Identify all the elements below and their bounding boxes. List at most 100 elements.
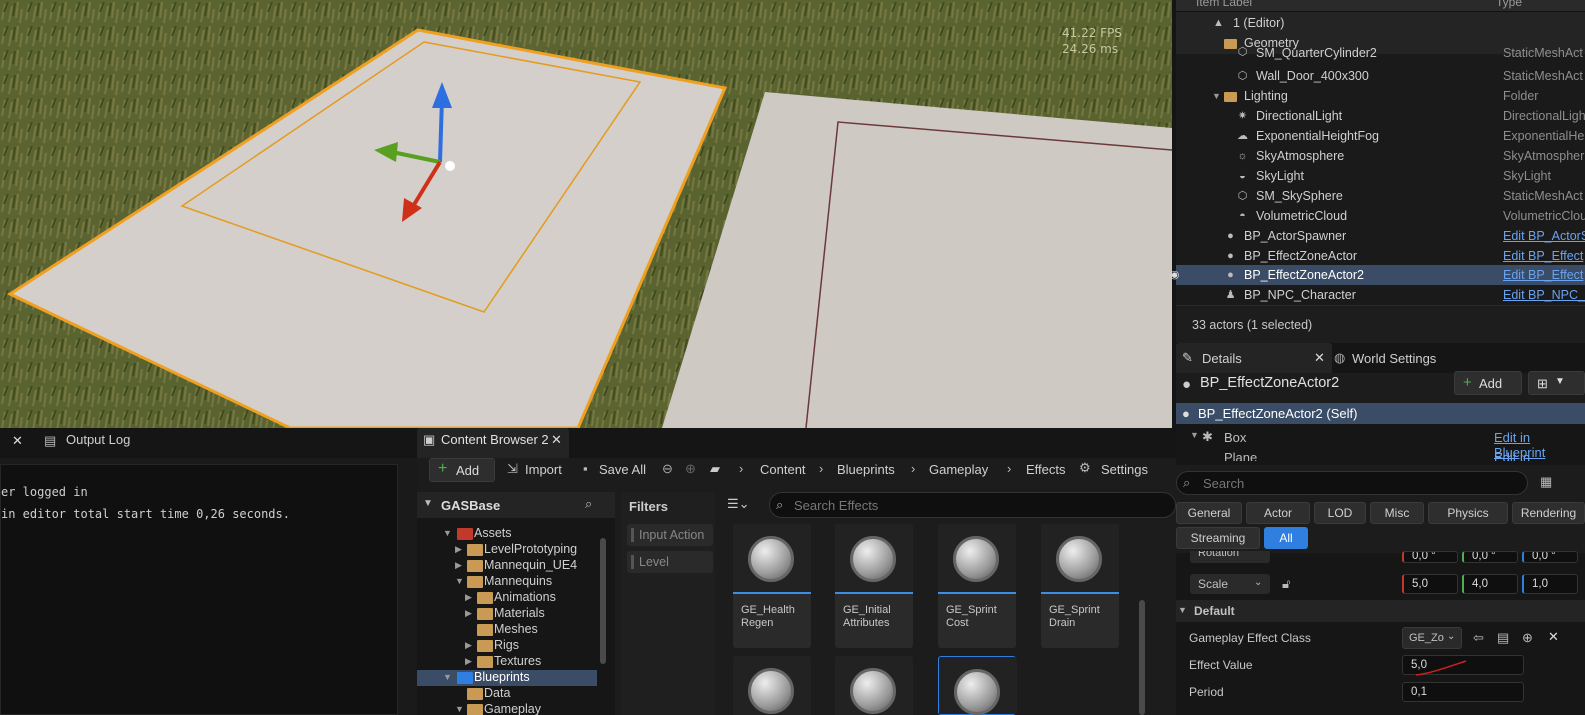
folder-icon[interactable]: ▰ <box>710 461 720 477</box>
filter-actor[interactable]: Actor <box>1246 502 1310 524</box>
tree-folder[interactable]: ▼ Mannequins <box>417 574 597 590</box>
eye-icon[interactable]: ◉ <box>1168 269 1181 281</box>
back-icon[interactable]: ⊖ <box>662 461 673 477</box>
close-icon[interactable]: ✕ <box>551 432 562 448</box>
edit-blueprint-link[interactable]: Edit BP_Effect <box>1503 249 1583 263</box>
search-icon[interactable]: ⌕ <box>585 496 592 512</box>
blueprint-options-button[interactable]: ⊞ ▼ <box>1528 371 1585 395</box>
filter-input-action[interactable]: Input Action <box>627 524 713 546</box>
sources-root-header[interactable]: ▼ GASBase ⌕ <box>417 492 615 518</box>
tab-content-browser[interactable]: ▣ Content Browser 2 ✕ <box>417 428 569 458</box>
settings-button[interactable]: ⚙ Settings <box>1079 460 1169 480</box>
browse-back-icon[interactable]: ⇦ <box>1473 630 1484 646</box>
asset-tile[interactable] <box>733 656 811 715</box>
outliner-row-selected[interactable]: ◉ ● BP_EffectZoneActor2 Edit BP_Effect <box>1170 265 1585 285</box>
outliner-row-level[interactable]: ▲ 1 (Editor) <box>1176 13 1585 33</box>
details-search-input[interactable]: ⌕ Search <box>1176 471 1528 495</box>
rotation-x-field[interactable]: 0,0 ° <box>1402 551 1458 563</box>
add-icon[interactable]: ⊕ <box>1522 630 1533 646</box>
rotation-y-field[interactable]: 0,0 ° <box>1462 551 1518 563</box>
gameplay-effect-class-dropdown[interactable]: GE_Zo ⌄ <box>1402 627 1462 649</box>
outliner-row-actor[interactable]: ☁ ExponentialHeightFog ExponentialHe <box>1176 126 1585 146</box>
tree-folder[interactable]: ▶ Materials <box>417 606 597 622</box>
component-self-row[interactable]: ● BP_EffectZoneActor2 (Self) <box>1176 403 1585 424</box>
browse-folder-icon[interactable]: ▤ <box>1497 630 1509 646</box>
asset-scrollbar[interactable] <box>1139 600 1145 715</box>
edit-blueprint-link[interactable]: Edit BP_Effect <box>1503 268 1583 282</box>
add-component-button[interactable]: + Add <box>1454 371 1522 395</box>
breadcrumb-blueprints[interactable]: Blueprints <box>837 462 895 477</box>
asset-tile[interactable]: GE_Initial Attributes <box>835 524 913 648</box>
filter-physics[interactable]: Physics <box>1428 502 1508 524</box>
rotation-z-field[interactable]: 0,0 ° <box>1522 551 1578 563</box>
column-type[interactable]: Type <box>1496 0 1522 9</box>
close-icon[interactable]: ✕ <box>1314 350 1325 366</box>
import-button[interactable]: ⇲ Import <box>507 460 573 480</box>
edit-blueprint-link[interactable]: Edit BP_ActorS <box>1503 229 1585 243</box>
scale-z-field[interactable]: 1,0 <box>1522 574 1578 594</box>
filter-misc[interactable]: Misc <box>1370 502 1424 524</box>
component-box-row[interactable]: ▼ ✱ Box Edit in Blueprint <box>1176 427 1585 460</box>
asset-tile[interactable] <box>835 656 913 715</box>
tree-folder[interactable]: Data <box>417 686 597 702</box>
tab-details[interactable]: ✎ Details ✕ <box>1176 343 1332 373</box>
level-viewport[interactable]: 41.22 FPS 24.26 ms <box>0 0 1172 428</box>
breadcrumb-gameplay[interactable]: Gameplay <box>929 462 988 477</box>
breadcrumb-effects[interactable]: Effects <box>1026 462 1066 477</box>
asset-tile[interactable]: GE_Health Regen <box>733 524 811 648</box>
section-default-header[interactable]: ▼ Default <box>1176 600 1585 622</box>
tree-folder[interactable]: ▶ LevelPrototyping <box>417 542 597 558</box>
outliner-row-actor[interactable]: ✷ DirectionalLight DirectionalLigh <box>1176 106 1585 126</box>
outliner-row-actor[interactable]: ● BP_EffectZoneActor Edit BP_Effect <box>1176 246 1585 266</box>
forward-icon[interactable]: ⊕ <box>685 461 696 477</box>
asset-tile-selected[interactable] <box>938 656 1017 715</box>
tab-output-log[interactable]: ▤ Output Log <box>36 428 156 458</box>
outliner-row-actor[interactable]: ◒ SkyLight SkyLight <box>1176 166 1585 186</box>
outliner-row-actor[interactable]: ⬡ Wall_Door_400x300 StaticMeshAct <box>1176 66 1585 86</box>
breadcrumb-content[interactable]: Content <box>760 462 806 477</box>
filter-lod[interactable]: LOD <box>1314 502 1366 524</box>
filter-list-icon[interactable]: ☰⌄ <box>727 496 750 512</box>
tree-folder[interactable]: ▶ Mannequin_UE4 <box>417 558 597 574</box>
asset-tile[interactable]: GE_Sprint Cost <box>938 524 1016 648</box>
add-button[interactable]: + Add <box>429 458 495 482</box>
outliner-row-actor[interactable]: ⬡ SM_SkySphere StaticMeshAct <box>1176 186 1585 206</box>
tree-folder[interactable]: Meshes <box>417 622 597 638</box>
scale-mode-dropdown[interactable]: Scale ⌄ <box>1190 574 1270 594</box>
scale-x-field[interactable]: 5,0 <box>1402 574 1458 594</box>
rotation-mode-dropdown[interactable]: Rotation <box>1190 551 1270 563</box>
log-text-area[interactable]: er logged in in editor total start time … <box>0 464 398 715</box>
tree-folder-selected[interactable]: ▼ Blueprints <box>417 670 597 686</box>
property-matrix-icon[interactable]: ▦ <box>1540 474 1552 490</box>
tree-scrollbar[interactable] <box>600 538 606 664</box>
tab-world-settings[interactable]: ◍ World Settings <box>1334 343 1494 373</box>
column-item-label[interactable]: Item Label <box>1196 0 1252 9</box>
component-plane-row[interactable]: Plane Edit in Blueprint <box>1176 447 1585 461</box>
filter-level[interactable]: Level <box>627 551 713 573</box>
asset-search-input[interactable]: ⌕ Search Effects <box>769 492 1176 518</box>
asset-tile[interactable]: GE_Sprint Drain <box>1041 524 1119 648</box>
chevron-down-icon[interactable]: ▼ <box>1210 90 1223 102</box>
clear-icon[interactable]: ✕ <box>1548 629 1559 645</box>
close-icon[interactable]: ✕ <box>12 433 23 449</box>
period-field[interactable]: 0,1 <box>1402 682 1524 702</box>
outliner-row-actor[interactable]: ⬡ SM_QuarterCylinder2 StaticMeshAct <box>1176 46 1585 64</box>
lock-icon[interactable]: 🔓︎ <box>1282 576 1290 592</box>
outliner-row-actor[interactable]: ☼ SkyAtmosphere SkyAtmospher <box>1176 146 1585 166</box>
outliner-row-actor[interactable]: ● BP_ActorSpawner Edit BP_ActorS <box>1176 226 1585 246</box>
save-all-button[interactable]: ▪ Save All <box>583 460 657 480</box>
outliner-row-actor[interactable]: ♟ BP_NPC_Character Edit BP_NPC_C <box>1176 285 1585 305</box>
tree-folder[interactable]: ▼ Gameplay <box>417 702 597 715</box>
tree-folder[interactable]: ▶ Rigs <box>417 638 597 654</box>
outliner-row-actor[interactable]: ◓ VolumetricCloud VolumetricClou <box>1176 206 1585 226</box>
tree-folder[interactable]: ▶ Animations <box>417 590 597 606</box>
tree-folder[interactable]: ▼ Assets <box>417 526 597 542</box>
edit-blueprint-link[interactable]: Edit BP_NPC_C <box>1503 288 1585 302</box>
filter-all[interactable]: All <box>1264 527 1308 549</box>
filter-rendering[interactable]: Rendering <box>1512 502 1585 524</box>
scale-y-field[interactable]: 4,0 <box>1462 574 1518 594</box>
outliner-row-folder[interactable]: ▼ Lighting Folder <box>1176 86 1585 106</box>
filter-streaming[interactable]: Streaming <box>1176 527 1260 549</box>
filter-general[interactable]: General <box>1176 502 1242 524</box>
tree-folder[interactable]: ▶ Textures <box>417 654 597 670</box>
